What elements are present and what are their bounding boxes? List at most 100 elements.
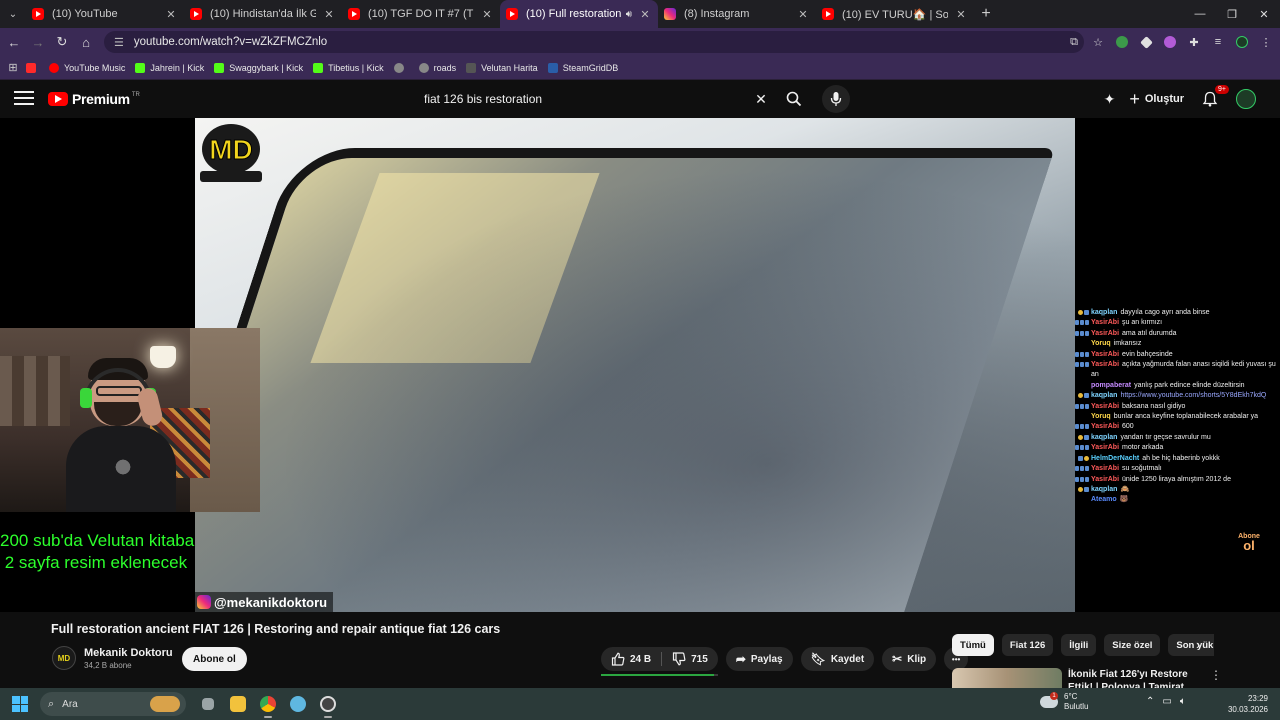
profile-avatar[interactable]	[1232, 32, 1252, 52]
chevron-up-icon[interactable]: ⌃	[1146, 696, 1154, 707]
start-button[interactable]	[0, 688, 40, 720]
app-icon[interactable]	[284, 688, 312, 720]
account-avatar[interactable]	[1236, 89, 1256, 109]
chat-username[interactable]: YasirAbi	[1091, 444, 1119, 451]
chat-username[interactable]: YasirAbi	[1091, 403, 1119, 410]
weather-widget[interactable]: 1 6°C Bulutlu	[1040, 692, 1088, 712]
chat-username[interactable]: HelmDerNacht	[1091, 455, 1139, 462]
obs-icon[interactable]	[314, 688, 342, 720]
home-button[interactable]: ⌂	[74, 28, 98, 56]
browser-tab[interactable]: (10) EV TURU🏠 | Sonunda o ve ✕	[816, 0, 974, 28]
browser-tab[interactable]: (10) YouTube ✕	[26, 0, 184, 28]
new-tab-button[interactable]: +	[974, 5, 998, 23]
recommended-title[interactable]: İkonik Fiat 126'yı Restore Ettik! | Polo…	[1068, 668, 1208, 688]
chat-username[interactable]: YasirAbi	[1091, 476, 1119, 483]
share-button[interactable]: ➦ Paylaş	[725, 647, 793, 671]
channel-avatar[interactable]: MD	[52, 646, 76, 670]
close-tab-icon[interactable]: ✕	[164, 8, 178, 21]
back-button[interactable]: ←	[2, 28, 26, 56]
subscribe-button[interactable]: Abone ol	[182, 647, 247, 671]
video-frame[interactable]: MD @mekanikdoktoru	[195, 118, 1075, 612]
cast-icon[interactable]: ✦	[1104, 91, 1116, 108]
chat-username[interactable]: kaqplan	[1091, 434, 1117, 441]
recommended-thumbnail[interactable]	[952, 668, 1062, 688]
chat-username[interactable]: YasirAbi	[1091, 423, 1119, 430]
browser-tab[interactable]: (10) Full restoration ancient 🔊︎ ✕	[500, 0, 658, 28]
extension-icon[interactable]	[1136, 32, 1156, 52]
dislike-button[interactable]: 715	[662, 652, 718, 666]
close-window-button[interactable]: ✕	[1248, 0, 1280, 28]
chat-username[interactable]: YasirAbi	[1091, 319, 1119, 326]
filter-chip[interactable]: İlgili	[1061, 634, 1097, 656]
chat-username[interactable]: kaqplan	[1091, 309, 1117, 316]
minimize-button[interactable]: —	[1184, 0, 1216, 28]
close-tab-icon[interactable]: ✕	[480, 8, 494, 21]
chat-username[interactable]: Yoruq	[1091, 413, 1111, 420]
chat-username[interactable]: YasirAbi	[1091, 351, 1119, 358]
chat-username[interactable]: YasirAbi	[1091, 465, 1119, 472]
close-tab-icon[interactable]: ✕	[796, 8, 810, 21]
browser-tab[interactable]: (10) TGF DO IT #7 (THE RETURN ✕	[342, 0, 500, 28]
site-info-icon[interactable]: ☰	[114, 36, 124, 49]
taskbar-search[interactable]: ⌕ Ara	[40, 692, 186, 716]
tab-audio-icon[interactable]: 🔊︎	[626, 9, 632, 20]
save-button[interactable]: 🔖︎ Kaydet	[800, 647, 875, 671]
tab-search-button[interactable]: ⌄	[0, 0, 26, 28]
chat-username[interactable]: kaqplan	[1091, 392, 1117, 399]
filter-chip[interactable]: Size özel	[1104, 634, 1161, 656]
search-button[interactable]	[776, 85, 812, 113]
youtube-premium-logo[interactable]: Premium TR	[48, 91, 140, 107]
extension-icon[interactable]	[1112, 32, 1132, 52]
close-tab-icon[interactable]: ✕	[322, 8, 336, 21]
create-button[interactable]: + Oluştur	[1129, 89, 1184, 110]
chat-username[interactable]: kaqplan	[1091, 486, 1117, 493]
recommended-video[interactable]: İkonik Fiat 126'yı Restore Ettik! | Polo…	[952, 668, 1222, 688]
guide-menu-icon[interactable]	[14, 91, 34, 107]
bookmark-item[interactable]: Swaggybark | Kick	[214, 62, 303, 73]
bookmark-star-icon[interactable]: ☆	[1088, 32, 1108, 52]
bookmark-item[interactable]: YouTube Music	[49, 62, 125, 73]
chat-username[interactable]: Ateamo	[1091, 496, 1117, 503]
voice-search-button[interactable]	[822, 85, 850, 113]
chat-username[interactable]: Yoruq	[1091, 340, 1111, 347]
network-icon[interactable]: ▭	[1162, 696, 1171, 707]
bookmark-item[interactable]: Tibetius | Kick	[313, 62, 384, 73]
filter-chip[interactable]: Fiat 126	[1001, 634, 1054, 656]
clear-search-icon[interactable]: ✕	[746, 91, 776, 108]
chat-text[interactable]: https://www.youtube.com/shorts/5Y8dEkh7k…	[1120, 392, 1266, 399]
more-options-icon[interactable]: ⋮	[1210, 668, 1222, 682]
chrome-icon[interactable]	[254, 688, 282, 720]
extensions-puzzle-icon[interactable]: ✚	[1184, 32, 1204, 52]
clip-button[interactable]: ✂ Klip	[882, 647, 937, 671]
close-tab-icon[interactable]: ✕	[638, 8, 652, 21]
video-player[interactable]: MD @mekanikdoktoru 200 sub'da Velutan ki…	[0, 118, 1280, 612]
forward-button[interactable]: →	[26, 28, 50, 56]
cast-icon[interactable]: ⧉	[1064, 32, 1084, 52]
filter-chip[interactable]: Son yüklenenler	[1168, 634, 1214, 656]
search-input[interactable]: fiat 126 bis restoration	[412, 92, 746, 106]
file-explorer-icon[interactable]	[224, 688, 252, 720]
bookmark-item[interactable]: Jahrein | Kick	[135, 62, 204, 73]
reading-list-icon[interactable]: ≡	[1208, 32, 1228, 52]
reload-button[interactable]: ↻	[50, 28, 74, 56]
task-view-icon[interactable]	[194, 688, 222, 720]
like-button[interactable]: 24 B	[601, 652, 661, 666]
filter-chip[interactable]: Tümü	[952, 634, 994, 656]
bookmark-youtube-icon[interactable]	[26, 62, 41, 73]
bookmark-item[interactable]: SteamGridDB	[547, 62, 618, 73]
bookmark-item[interactable]: roads	[418, 62, 456, 73]
volume-icon[interactable]: 🔈︎	[1180, 696, 1186, 707]
channel-name[interactable]: Mekanik Doktoru	[84, 647, 173, 659]
chat-username[interactable]: YasirAbi	[1091, 330, 1119, 337]
url-bar[interactable]: ☰ youtube.com/watch?v=wZkZFMCZnlo	[104, 31, 1084, 53]
menu-icon[interactable]: ⋮	[1256, 32, 1276, 52]
notifications-button[interactable]: 9+	[1198, 85, 1229, 111]
restore-button[interactable]: ❐	[1216, 0, 1248, 28]
chat-username[interactable]: YasirAbi	[1091, 361, 1119, 368]
apps-grid-icon[interactable]: ⊞	[0, 61, 26, 74]
system-clock[interactable]: 23:29 30.03.2026	[1224, 693, 1268, 715]
chat-username[interactable]: pompaberat	[1091, 382, 1131, 389]
chevron-right-icon[interactable]: ›	[1196, 637, 1200, 652]
browser-tab[interactable]: (8) Instagram ✕	[658, 0, 816, 28]
bookmark-item[interactable]: Velutan Harita	[466, 62, 538, 73]
